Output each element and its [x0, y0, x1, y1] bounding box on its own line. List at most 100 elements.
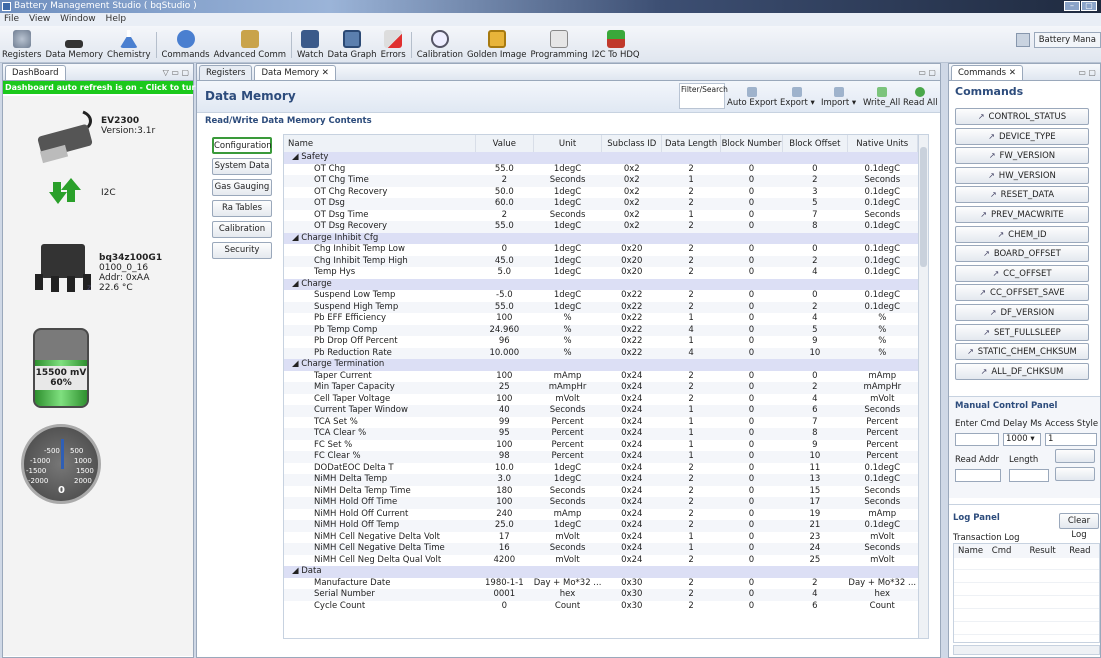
table-row[interactable]: Pb Temp Comp 24.960% 0x22 4 0 5% [284, 324, 918, 336]
command-prev-macwrite[interactable]: PREV_MACWRITE [955, 205, 1089, 223]
auto-export-button[interactable]: Auto Export [727, 87, 777, 108]
tab-data-memory[interactable]: Data Memory ✕ [254, 65, 336, 80]
table-row[interactable]: NiMH Delta Temp Time 180 Seconds 0x24 2 0 15 Se… [284, 486, 918, 498]
manual-control-title[interactable]: Manual Control Panel [955, 401, 1057, 411]
command-fw-version[interactable]: FW_VERSION [955, 147, 1089, 165]
commands-button[interactable]: Commands [162, 30, 210, 62]
cell-value[interactable]: 3.0 [475, 474, 534, 486]
col-block-number[interactable]: Block Number [720, 135, 784, 152]
table-row[interactable]: OT Dsg Recovery 55.0 1degC 0x2 2 0 8 0.1degC [284, 221, 918, 233]
cell-value[interactable]: 99 [475, 417, 533, 429]
cell-value[interactable]: 16 [475, 543, 534, 555]
cell-value[interactable]: 25.0 [475, 520, 534, 532]
watch-button[interactable]: Watch [297, 30, 323, 62]
table-row[interactable]: Suspend High Temp 55.0 1degC 0x22 2 0 2 0.1degC [284, 301, 918, 313]
table-section-row[interactable]: ◢ Charge [284, 278, 918, 290]
registers-button[interactable]: Registers [2, 30, 41, 62]
tab-registers[interactable]: Registers [199, 65, 253, 80]
cell-value[interactable]: 24.960 [475, 324, 534, 336]
table-row[interactable]: DODatEOC Delta T 10.0 1degC 0x24 2 0 11 0.1degC [284, 463, 918, 475]
cell-value[interactable]: 100 [475, 394, 533, 406]
table-row[interactable]: NiMH Hold Off Current 240 mAmp 0x24 2 0 19 mAmp [284, 509, 918, 521]
data-memory-button[interactable]: Data Memory [45, 32, 103, 62]
cell-value[interactable]: 2 [475, 175, 534, 187]
table-row[interactable]: Pb EFF Efficiency 100% 0x22 1 0 4% [284, 313, 918, 325]
table-row[interactable]: TCA Clear % 95 Percent 0x24 1 0 8 Percent [284, 428, 918, 440]
cell-value[interactable]: 0001 [475, 589, 534, 601]
command-set-fullsleep[interactable]: SET_FULLSLEEP [955, 323, 1089, 341]
cell-value[interactable]: 5.0 [475, 267, 533, 279]
col-data-length[interactable]: Data Length [661, 135, 721, 152]
editor-minmax-icon[interactable]: ▭ ▢ [918, 68, 936, 77]
write-all-button[interactable]: Write_All [863, 87, 900, 108]
enter-cmd-input[interactable] [955, 433, 999, 446]
table-row[interactable]: NiMH Cell Negative Delta Time 16 Seconds 0x… [284, 543, 918, 555]
command-df-version[interactable]: DF_VERSION [955, 303, 1089, 321]
cell-value[interactable]: 180 [475, 486, 533, 498]
table-row[interactable]: Cell Taper Voltage 100 mVolt 0x24 2 0 4 mVolt [284, 394, 918, 406]
table-row[interactable]: FC Clear % 98 Percent 0x24 1 0 10 Percent [284, 451, 918, 463]
cell-value[interactable]: 100 [475, 497, 534, 509]
table-row[interactable]: Temp Hys 5.0 1degC 0x20 2 0 4 0.1degC [284, 267, 918, 279]
table-section-row[interactable]: ◢ Data [284, 566, 918, 578]
cell-value[interactable]: 55.0 [475, 221, 534, 233]
table-section-row[interactable]: ◢ Charge Inhibit Cfg [284, 232, 918, 244]
table-row[interactable]: NiMH Hold Off Time 100 Seconds 0x24 2 0 17 Seco… [284, 497, 918, 509]
category-system-data[interactable]: System Data [212, 158, 272, 175]
cell-value[interactable]: 55.0 [475, 164, 533, 176]
command-hw-version[interactable]: HW_VERSION [955, 166, 1089, 184]
section-label[interactable]: ◢ Charge Termination [284, 359, 918, 371]
advanced-comm-button[interactable]: Advanced Comm [214, 30, 286, 62]
table-row[interactable]: Cycle Count 0 Count 0x30 2 0 6 Count [284, 601, 918, 613]
tab-dashboard[interactable]: DashBoard [5, 65, 66, 80]
command-reset-data[interactable]: RESET_DATA [955, 186, 1089, 204]
read-button[interactable] [1055, 467, 1095, 481]
scrollbar-thumb[interactable] [920, 147, 927, 267]
category-gas-gauging[interactable]: Gas Gauging [212, 179, 272, 196]
length-input[interactable] [1009, 469, 1049, 482]
table-row[interactable]: NiMH Cell Negative Delta Volt 17 mVolt 0x24… [284, 532, 918, 544]
col-native-units[interactable]: Native Units [847, 135, 919, 152]
perspective-switcher[interactable]: Battery Mana [1033, 32, 1101, 48]
cell-value[interactable]: 96 [475, 336, 533, 348]
table-row[interactable]: OT Chg Recovery 50.0 1degC 0x2 2 0 3 0.1degC [284, 187, 918, 199]
table-row[interactable]: NiMH Delta Temp 3.0 1degC 0x24 2 0 13 0.1degC [284, 474, 918, 486]
table-scrollbar[interactable] [918, 135, 928, 638]
tab-commands[interactable]: Commands ✕ [951, 65, 1023, 80]
menu-window[interactable]: Window [60, 14, 96, 24]
table-row[interactable]: Serial Number 0001 hex 0x30 2 0 4 hex [284, 589, 918, 601]
table-row[interactable]: Current Taper Window 40 Seconds 0x24 1 0 6 Seco… [284, 405, 918, 417]
minimize-button[interactable]: – [1064, 1, 1080, 11]
read-addr-input[interactable] [955, 469, 1001, 482]
send-cmd-button[interactable] [1055, 449, 1095, 463]
category-configuration[interactable]: Configuration [212, 137, 272, 154]
read-all-button[interactable]: Read All [903, 87, 938, 108]
table-row[interactable]: FC Set % 100 Percent 0x24 1 0 9 Percent [284, 440, 918, 452]
table-row[interactable]: Pb Drop Off Percent 96% 0x22 1 0 9% [284, 336, 918, 348]
commands-minmax-icon[interactable]: ▭ ▢ [1078, 68, 1096, 77]
cell-value[interactable]: 4200 [475, 555, 533, 567]
table-row[interactable]: Manufacture Date 1980-1-1 Day + Mo*32 ... 0… [284, 578, 918, 590]
cell-value[interactable]: 0 [475, 244, 533, 256]
golden-image-button[interactable]: Golden Image [467, 30, 526, 62]
table-row[interactable]: Pb Reduction Rate 10.000% 0x22 4 0 10% [284, 347, 918, 359]
cell-value[interactable]: 240 [475, 509, 533, 521]
errors-button[interactable]: Errors [381, 30, 406, 62]
menu-view[interactable]: View [29, 14, 50, 24]
cell-value[interactable]: 1980-1-1 [475, 578, 533, 590]
table-row[interactable]: TCA Set % 99 Percent 0x24 1 0 7 Percent [284, 417, 918, 429]
command-device-type[interactable]: DEVICE_TYPE [955, 127, 1089, 145]
cell-value[interactable]: 40 [475, 405, 534, 417]
open-perspective-icon[interactable] [1015, 33, 1030, 47]
col-block-offset[interactable]: Block Offset [782, 135, 848, 152]
command-chem-id[interactable]: CHEM_ID [955, 225, 1089, 243]
table-row[interactable]: Chg Inhibit Temp Low 0 1degC 0x20 2 0 0 0.1degC [284, 244, 918, 256]
col-unit[interactable]: Unit [533, 135, 603, 152]
cell-value[interactable]: 17 [475, 532, 533, 544]
cell-value[interactable]: 60.0 [475, 198, 534, 210]
view-minmax-icon[interactable]: ▽ ▭ ▢ [163, 68, 189, 77]
table-row[interactable]: Chg Inhibit Temp High 45.0 1degC 0x20 2 0 2 0.1… [284, 255, 918, 267]
cell-value[interactable]: 100 [475, 440, 533, 452]
section-label[interactable]: ◢ Charge [284, 278, 918, 290]
category-ra-tables[interactable]: Ra Tables [212, 200, 272, 217]
